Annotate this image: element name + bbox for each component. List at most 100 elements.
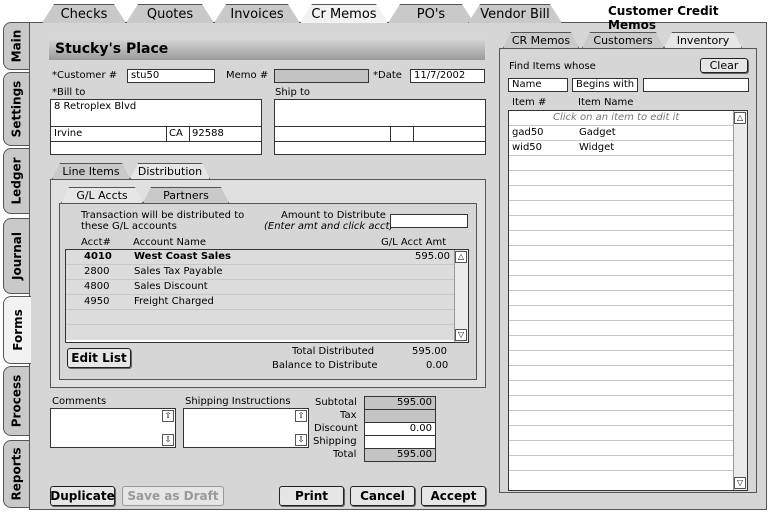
scroll-up-icon[interactable]: △ xyxy=(455,251,467,263)
side-tab-journal[interactable]: Journal xyxy=(3,218,29,294)
find-field-select[interactable]: Name xyxy=(508,78,568,92)
shipping-input[interactable] xyxy=(364,435,436,449)
list-item[interactable] xyxy=(509,381,733,396)
side-tab-settings[interactable]: Settings xyxy=(3,72,29,146)
tab-checks[interactable]: Checks xyxy=(42,4,126,23)
amount-input[interactable] xyxy=(390,214,468,228)
shipping-instructions-label: Shipping Instructions xyxy=(185,396,291,407)
list-item[interactable] xyxy=(509,426,733,441)
list-item[interactable] xyxy=(509,261,733,276)
list-item[interactable] xyxy=(509,156,733,171)
item-name-header: Item Name xyxy=(578,97,634,108)
scroll-up-icon[interactable]: ⇧ xyxy=(162,410,174,422)
list-item[interactable] xyxy=(509,216,733,231)
list-item[interactable] xyxy=(509,441,733,456)
tab-partners[interactable]: Partners xyxy=(143,187,229,203)
inventory-list[interactable]: Click on an item to edit it gad50 Gadget… xyxy=(508,110,748,491)
scroll-down-icon[interactable]: ▽ xyxy=(455,329,467,341)
tab-vendor-bill[interactable]: Vendor Bill xyxy=(468,4,562,23)
list-item[interactable] xyxy=(509,171,733,186)
scroll-up-icon[interactable]: △ xyxy=(734,112,746,124)
side-tab-process[interactable]: Process xyxy=(3,366,29,436)
subtotal-value: 595.00 xyxy=(364,396,436,410)
col-name-header: Account Name xyxy=(133,237,207,248)
tab-distribution[interactable]: Distribution xyxy=(130,163,210,179)
list-item[interactable] xyxy=(509,411,733,426)
table-row[interactable]: 4800 Sales Discount xyxy=(66,280,454,295)
bill-state: CA xyxy=(169,128,183,139)
list-item[interactable] xyxy=(509,201,733,216)
side-tab-reports[interactable]: Reports xyxy=(3,440,29,508)
clear-button[interactable]: Clear xyxy=(700,58,748,73)
scroll-up-icon[interactable]: ⇧ xyxy=(295,410,307,422)
balance-value: 0.00 xyxy=(426,360,449,371)
list-item[interactable] xyxy=(509,366,733,381)
tab-cr-memos-list[interactable]: CR Memos xyxy=(503,32,579,48)
list-item[interactable]: gad50 Gadget xyxy=(509,126,733,141)
table-row[interactable]: 4950 Freight Charged xyxy=(66,295,454,310)
find-label: Find Items whose xyxy=(509,61,596,72)
list-item[interactable] xyxy=(509,336,733,351)
comments-label: Comments xyxy=(52,396,107,407)
customer-input[interactable]: stu50 xyxy=(127,69,215,83)
list-item[interactable] xyxy=(509,291,733,306)
total-value: 595.00 xyxy=(364,448,436,462)
dist-text-1: Transaction will be distributed to xyxy=(81,210,245,221)
side-tab-ledger[interactable]: Ledger xyxy=(3,148,29,214)
tab-pos[interactable]: PO's xyxy=(388,4,474,23)
comments-input[interactable]: ⇧ ⇩ xyxy=(50,408,176,448)
scroll-down-icon[interactable]: ⇩ xyxy=(295,434,307,446)
tab-quotes[interactable]: Quotes xyxy=(126,4,214,23)
total-distributed-value: 595.00 xyxy=(412,346,447,357)
list-item[interactable]: wid50 Widget xyxy=(509,141,733,156)
scroll-down-icon[interactable]: ▽ xyxy=(734,477,746,489)
list-item[interactable] xyxy=(509,351,733,366)
window-title: Customer Credit Memos xyxy=(608,4,719,32)
list-item[interactable] xyxy=(509,456,733,471)
shipping-instructions-input[interactable]: ⇧ ⇩ xyxy=(183,408,309,448)
list-item[interactable] xyxy=(509,231,733,246)
list-item[interactable] xyxy=(509,471,733,486)
tab-invoices[interactable]: Invoices xyxy=(214,4,300,23)
print-button[interactable]: Print xyxy=(279,486,344,506)
duplicate-button[interactable]: Duplicate xyxy=(50,486,115,506)
tab-customers[interactable]: Customers xyxy=(582,32,664,48)
discount-input[interactable]: 0.00 xyxy=(364,422,436,436)
table-row[interactable]: 2800 Sales Tax Payable xyxy=(66,265,454,280)
find-operator-select[interactable]: Begins with xyxy=(572,78,638,92)
inventory-list-scrollbar[interactable]: △ ▽ xyxy=(733,111,747,490)
tab-gl-accts[interactable]: G/L Accts xyxy=(61,187,143,203)
accept-button[interactable]: Accept xyxy=(421,486,486,506)
list-item[interactable] xyxy=(509,396,733,411)
tab-line-items[interactable]: Line Items xyxy=(52,163,130,179)
list-item[interactable] xyxy=(509,306,733,321)
side-tab-main[interactable]: Main xyxy=(3,22,29,70)
scroll-down-icon[interactable]: ⇩ xyxy=(162,434,174,446)
cancel-button[interactable]: Cancel xyxy=(350,486,415,506)
table-row[interactable]: 4010 West Coast Sales 595.00 xyxy=(66,250,454,265)
list-item[interactable] xyxy=(509,246,733,261)
list-item[interactable] xyxy=(509,321,733,336)
side-tab-forms[interactable]: Forms xyxy=(3,296,31,364)
list-item[interactable] xyxy=(509,186,733,201)
discount-label: Discount xyxy=(314,423,358,434)
billto-box[interactable]: 8 Retroplex Blvd Irvine CA 92588 xyxy=(50,99,262,155)
find-value-input[interactable] xyxy=(643,78,749,92)
tax-label: Tax xyxy=(340,410,357,421)
table-row[interactable] xyxy=(66,325,454,340)
gl-list-scrollbar[interactable]: △ ▽ xyxy=(454,250,468,342)
gl-accounts-list[interactable]: 4010 West Coast Sales 595.00 2800 Sales … xyxy=(65,249,469,343)
col-acct-header: Acct# xyxy=(81,237,111,248)
dist-text-2: these G/L accounts xyxy=(81,221,177,232)
table-row[interactable] xyxy=(66,310,454,325)
memo-input[interactable] xyxy=(274,69,369,83)
save-as-draft-button[interactable]: Save as Draft xyxy=(122,486,224,506)
list-item[interactable] xyxy=(509,276,733,291)
date-input[interactable]: 11/7/2002 xyxy=(410,69,485,83)
edit-list-button[interactable]: Edit List xyxy=(67,348,131,368)
total-label: Total xyxy=(333,449,357,460)
tab-cr-memos[interactable]: Cr Memos xyxy=(300,4,388,23)
shipto-box[interactable] xyxy=(274,99,486,155)
tab-inventory[interactable]: Inventory xyxy=(664,32,742,48)
customer-label: *Customer # xyxy=(52,70,118,81)
